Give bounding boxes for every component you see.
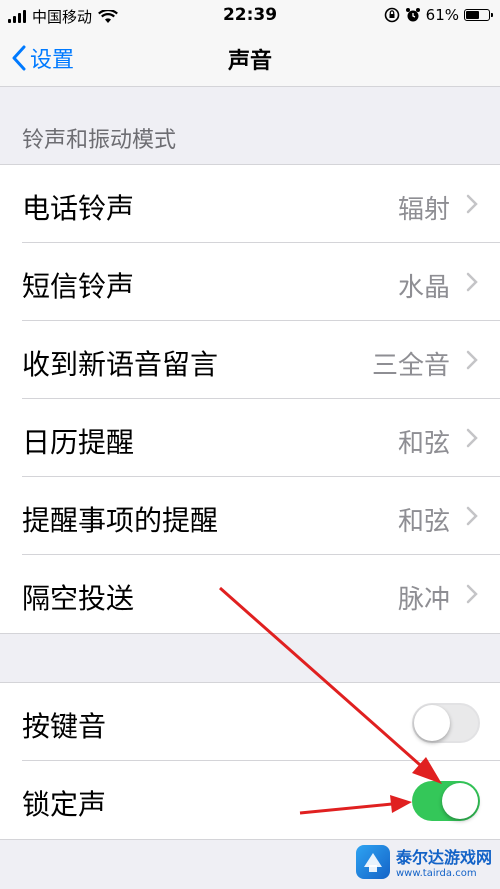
watermark-logo: [355, 844, 390, 879]
nav-bar: 设置 声音: [0, 30, 500, 87]
page-title: 声音: [227, 49, 272, 74]
chevron-right-icon: [466, 350, 478, 370]
row-label: 按键音: [22, 710, 107, 743]
toggle-knob: [442, 783, 478, 819]
section-header: 铃声和振动模式: [22, 128, 177, 153]
ringtone-row-reminders[interactable]: 提醒事项的提醒 和弦: [0, 477, 500, 555]
chevron-right-icon: [466, 272, 478, 292]
status-bar: 中国移动 22:39 61%: [0, 0, 500, 30]
chevron-right-icon: [466, 584, 478, 604]
toggle-knob: [414, 705, 450, 741]
status-right: 61%: [384, 6, 493, 24]
row-label: 隔空投送: [22, 582, 135, 615]
ringtone-row-voicemail[interactable]: 收到新语音留言 三全音: [0, 321, 500, 399]
alarm-icon: [405, 8, 420, 22]
battery-percent: 61%: [425, 6, 459, 24]
watermark: 泰尔达游戏网 www.tairda.com: [355, 844, 492, 879]
chevron-right-icon: [466, 506, 478, 526]
ringtone-row-phone[interactable]: 电话铃声 辐射: [0, 165, 500, 243]
watermark-url: www.tairda.com: [395, 868, 477, 879]
keyboard-clicks-toggle[interactable]: [412, 703, 480, 743]
row-label: 日历提醒: [22, 426, 135, 459]
lock-sound-toggle[interactable]: [412, 781, 480, 821]
row-value: 脉冲: [397, 585, 450, 615]
row-label: 锁定声: [22, 788, 107, 821]
chevron-right-icon: [466, 194, 478, 214]
row-label: 短信铃声: [22, 270, 135, 303]
row-value: 水晶: [397, 273, 450, 303]
row-label: 电话铃声: [22, 192, 135, 225]
row-value: 和弦: [397, 429, 450, 459]
row-value: 三全音: [371, 351, 450, 381]
toggle-row-keyboard-clicks: 按键音: [0, 683, 500, 761]
toggle-list: 按键音 锁定声: [0, 682, 500, 840]
chevron-right-icon: [466, 428, 478, 448]
row-value: 和弦: [397, 507, 450, 537]
row-label: 收到新语音留言: [22, 348, 219, 381]
row-value: 辐射: [397, 195, 450, 225]
battery-icon: [464, 9, 493, 21]
ringtone-row-calendar[interactable]: 日历提醒 和弦: [0, 399, 500, 477]
rotation-lock-icon: [384, 7, 399, 23]
ringtone-row-sms[interactable]: 短信铃声 水晶: [0, 243, 500, 321]
ringtone-row-airdrop[interactable]: 隔空投送 脉冲: [0, 555, 500, 633]
ringtone-list: 电话铃声 辐射 短信铃声 水晶 收到新语音留言 三全音 日历提醒 和弦 提醒事项…: [0, 164, 500, 634]
toggle-row-lock-sound: 锁定声: [0, 761, 500, 839]
watermark-name: 泰尔达游戏网: [395, 848, 492, 867]
row-label: 提醒事项的提醒: [22, 504, 219, 537]
